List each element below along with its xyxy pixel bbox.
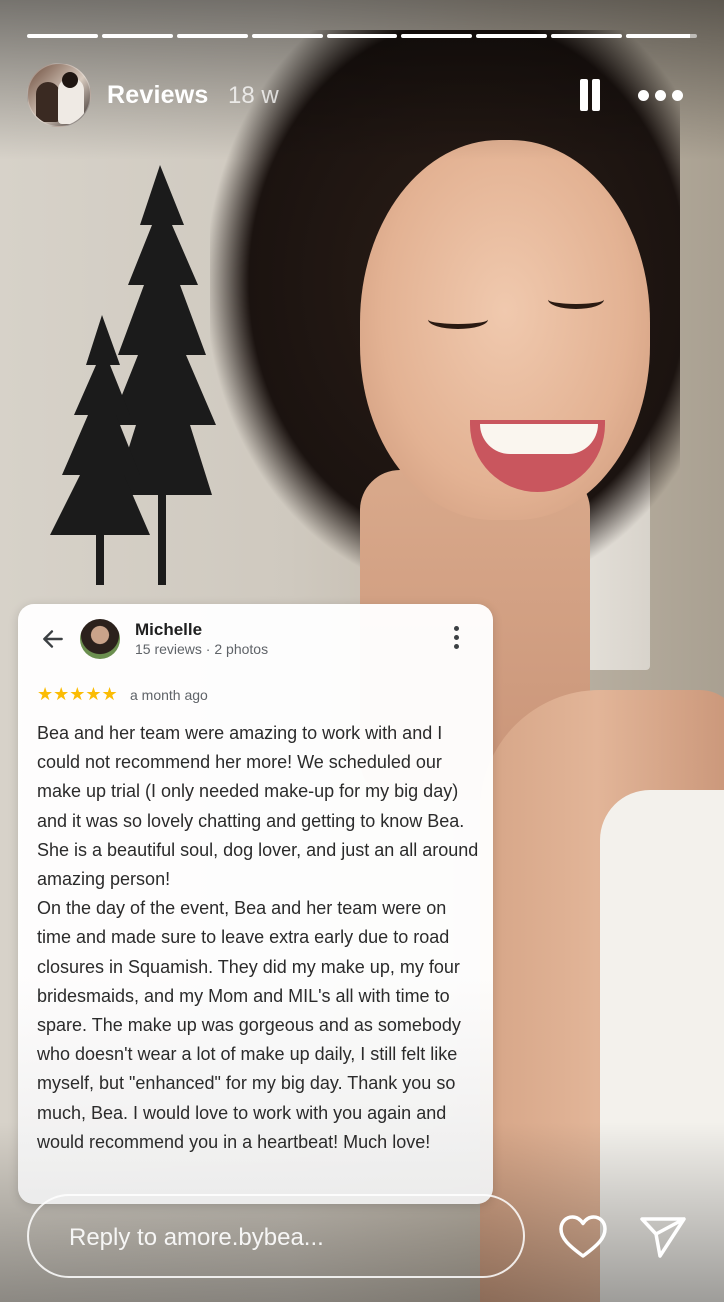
left-eye [428,310,488,329]
story-segment [626,34,698,38]
arrow-left-icon[interactable] [40,626,66,652]
story-segment-fill [476,34,548,38]
story-segment-fill [551,34,623,38]
story-segment-fill [101,34,173,38]
review-text: Bea and her team were amazing to work wi… [37,719,482,1157]
avatar-person-left [36,82,60,122]
story-segment [176,34,248,38]
story-header: Reviews 18 w [27,63,697,127]
story-time-ago: 18 w [228,82,279,109]
review-date: a month ago [130,687,208,703]
story-segment-fill [27,34,98,38]
more-horizontal-icon[interactable] [638,83,688,107]
review-paragraph: Bea and her team were amazing to work wi… [37,723,479,890]
reply-placeholder: Reply to amore.bybea... [69,1224,324,1251]
right-eye [548,290,604,309]
review-paragraph: On the day of the event, Bea and her tea… [37,898,461,1152]
story-segment-fill [626,34,690,38]
story-progress-bar [27,34,698,38]
pause-icon[interactable] [578,79,604,111]
story-segment-fill [176,34,248,38]
star-icons: ★★★★★ [37,684,118,704]
story-segment [476,34,548,38]
star-rating: ★★★★★ [37,684,118,704]
story-segment [101,34,173,38]
story-username[interactable]: Reviews [107,81,208,110]
reviewer-avatar[interactable] [80,619,120,659]
reviewer-meta: 15 reviews · 2 photos [135,641,269,657]
review-card: Michelle 15 reviews · 2 photos ★★★★★ a m… [18,604,493,1204]
reviewer-name[interactable]: Michelle [135,620,202,640]
profile-avatar[interactable] [27,63,91,127]
heart-outline-icon[interactable] [558,1214,608,1260]
story-segment [326,34,398,38]
avatar-hair [62,72,78,88]
story-segment [251,34,323,38]
story-segment-fill [326,34,398,38]
story-segment [401,34,473,38]
more-vertical-icon[interactable] [451,626,461,650]
story-segment-fill [251,34,323,38]
story-segment [551,34,623,38]
teeth [480,424,598,454]
story-segment [27,34,98,38]
reply-input[interactable]: Reply to amore.bybea... [27,1194,525,1278]
send-icon[interactable] [638,1214,688,1260]
story-segment-fill [401,34,473,38]
